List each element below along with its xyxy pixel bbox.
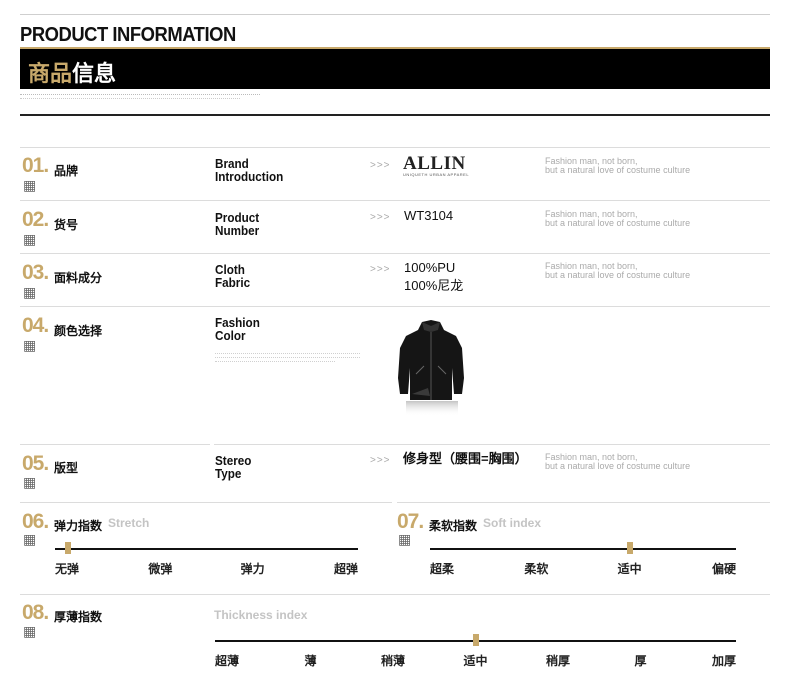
scale-label: 超柔 [430, 562, 455, 576]
page-title: PRODUCT INFORMATION [20, 24, 236, 46]
row-divider [20, 253, 770, 254]
banner-title-white: 信息 [72, 61, 117, 86]
arrow-separator: >>> [370, 212, 391, 223]
scale-label: 柔软 [524, 562, 549, 576]
row-divider [20, 147, 770, 148]
scale-label: 厚 [634, 654, 647, 668]
scale-bar [430, 548, 736, 550]
hash-grid-icon: ▦ [23, 532, 37, 548]
jacket-image [398, 320, 464, 416]
row-divider [20, 306, 770, 307]
slogan: Fashion man, not born, but a natural love… [545, 452, 691, 471]
fabric-composition: 100%PU 100%尼龙 [404, 260, 464, 293]
hash-grid-icon: ▦ [23, 475, 37, 491]
brand-logo-tagline: UNIQUETH URBAN APPAREL [403, 172, 470, 177]
row-label-cn: 版型 [54, 461, 79, 475]
row-label-cn: 货号 [54, 218, 79, 232]
row-divider [20, 200, 770, 201]
section-divider [20, 114, 770, 116]
row-label-en: Product Number [215, 210, 260, 238]
title-banner [20, 49, 770, 89]
hash-grid-icon: ▦ [398, 532, 412, 548]
row-number: 03. [22, 261, 49, 284]
row-divider [20, 444, 210, 445]
arrow-separator: >>> [370, 264, 391, 275]
row-number: 02. [22, 208, 49, 231]
scale-marker [626, 542, 633, 554]
top-divider [20, 14, 770, 15]
hash-grid-icon: ▦ [23, 624, 37, 640]
row-label-en: Stretch [108, 516, 150, 530]
hash-grid-icon: ▦ [23, 178, 37, 194]
fine-print-line [20, 98, 240, 100]
row-number: 06. [22, 510, 49, 533]
scale-label: 适中 [463, 654, 488, 668]
row-number: 07. [397, 510, 424, 533]
slogan: Fashion man, not born, but a natural love… [545, 156, 691, 175]
scale-label: 薄 [304, 654, 317, 668]
row-number: 08. [22, 601, 49, 624]
scale-label: 偏硬 [711, 562, 736, 576]
fine-print-line [215, 353, 360, 355]
row-number: 05. [22, 452, 49, 475]
row-label-cn: 柔软指数 [429, 519, 478, 533]
banner-title-gold: 商品 [28, 61, 73, 86]
row-label-cn: 厚薄指数 [54, 610, 103, 624]
fit-type: 修身型（腰围=胸围） [403, 451, 528, 466]
hash-grid-icon: ▦ [23, 338, 37, 354]
row-label-en: Stereo Type [215, 453, 252, 481]
arrow-separator: >>> [370, 160, 391, 171]
scale-label: 微弹 [148, 562, 173, 576]
scale-label: 无弹 [55, 562, 80, 576]
row-divider [214, 444, 770, 445]
hash-grid-icon: ▦ [23, 232, 37, 248]
hash-grid-icon: ▦ [23, 285, 37, 301]
row-label-en: Cloth Fabric [215, 262, 251, 290]
scale-label: 稍薄 [380, 654, 405, 668]
fine-print-line [215, 357, 360, 359]
row-divider [397, 502, 770, 503]
product-number: WT3104 [404, 208, 454, 223]
fine-print-line [215, 361, 335, 363]
scale-label: 弹力 [240, 562, 265, 576]
scale-marker [65, 542, 71, 554]
row-label-en: Thickness index [214, 608, 308, 622]
row-label-en: Brand Introduction [215, 156, 284, 184]
banner-title: 商品信息 [28, 56, 116, 88]
scale-label: 适中 [617, 562, 642, 576]
scale-label: 超弹 [333, 562, 358, 576]
row-label-cn: 品牌 [54, 164, 79, 178]
slogan: Fashion man, not born, but a natural love… [545, 261, 691, 280]
fine-print-line [20, 94, 260, 96]
scale-marker [472, 634, 479, 646]
scale-label: 加厚 [711, 654, 736, 668]
row-number: 04. [22, 314, 49, 337]
slogan: Fashion man, not born, but a natural love… [545, 209, 691, 228]
row-label-cn: 颜色选择 [54, 324, 103, 338]
row-label-cn: 面料成分 [54, 271, 103, 285]
row-divider [20, 594, 770, 595]
scale-label: 超薄 [215, 654, 240, 668]
row-label-cn: 弹力指数 [54, 519, 103, 533]
scale-label: 稍厚 [545, 654, 570, 668]
row-label-en: Fashion Color [215, 315, 260, 343]
row-divider [20, 502, 392, 503]
row-number: 01. [22, 154, 49, 177]
scale-bar [55, 548, 358, 550]
row-label-en: Soft index [483, 516, 542, 530]
arrow-separator: >>> [370, 455, 391, 466]
